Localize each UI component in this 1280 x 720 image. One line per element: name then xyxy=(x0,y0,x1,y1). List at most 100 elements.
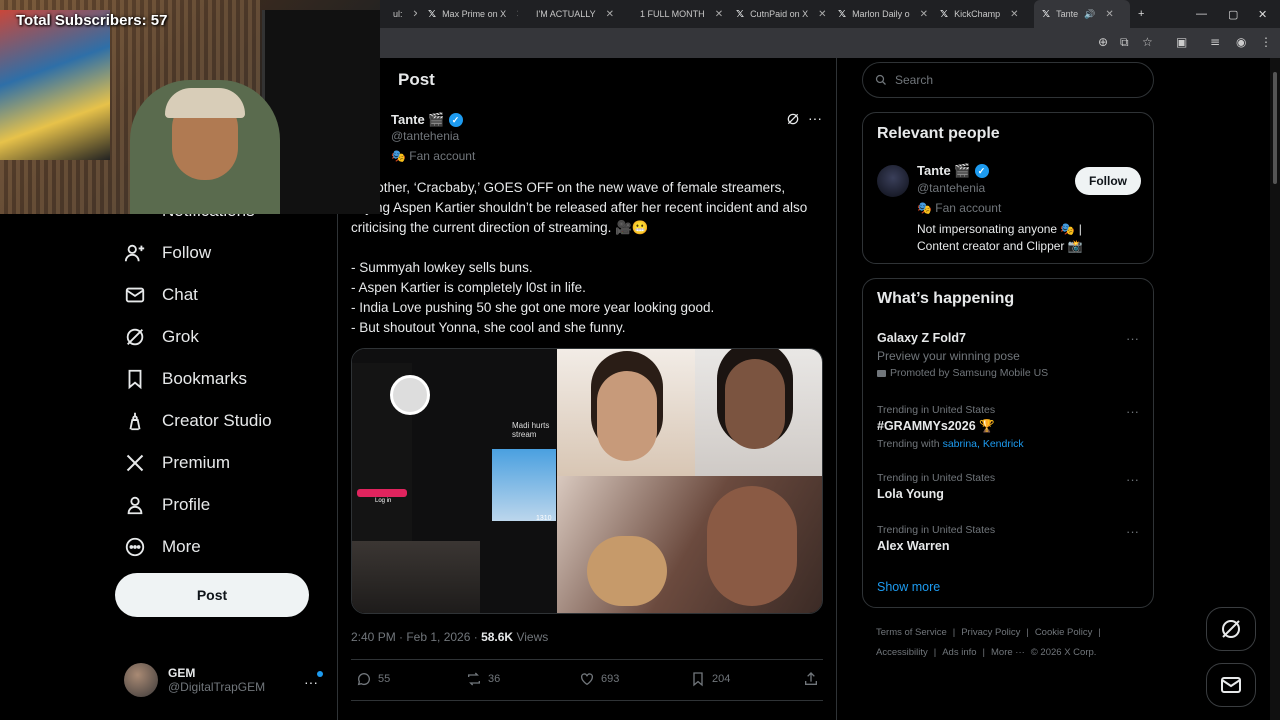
post-views-label: Views xyxy=(513,630,549,644)
footer-link[interactable]: Privacy Policy xyxy=(961,627,1020,638)
media-caption: Madi hurts stream xyxy=(512,421,550,439)
author-name[interactable]: Tante 🎬 ✓ xyxy=(391,112,463,128)
nav-item-chat[interactable]: Chat xyxy=(124,284,198,306)
bookmark-button[interactable]: 204 xyxy=(690,671,730,687)
compose-post-button[interactable]: Post xyxy=(115,573,309,617)
minimize-icon[interactable]: — xyxy=(1196,0,1207,28)
post-line: - India Love pushing 50 she got one more… xyxy=(351,300,715,315)
browser-tab[interactable]: 1 FULL MONTH ✕ xyxy=(626,0,726,28)
person-name[interactable]: Tante 🎬 ✓ xyxy=(917,163,989,179)
share-button[interactable] xyxy=(803,671,819,687)
follow-button[interactable]: Follow xyxy=(1075,167,1141,195)
new-tab-button[interactable]: + xyxy=(1138,0,1144,28)
grok-floating-button[interactable] xyxy=(1206,607,1256,651)
browser-tab[interactable]: 𝕏 KickChamp ✕ xyxy=(932,0,1032,28)
reply-count: 55 xyxy=(378,673,391,685)
post-media[interactable]: Log in Madi hurts stream 1310 xyxy=(351,348,823,614)
footer-link[interactable]: Cookie Policy xyxy=(1035,627,1093,638)
x-logo-icon: 𝕏 xyxy=(940,8,949,20)
post-views-count: 58.6K xyxy=(481,630,514,644)
account-icon[interactable]: ◉ xyxy=(1236,35,1246,49)
browser-tab[interactable]: 𝕏 Max Prime on X ✕ xyxy=(420,0,518,28)
browser-tab[interactable]: 𝕏 CutnPaid on X ✕ xyxy=(728,0,828,28)
footer-link[interactable]: Accessibility xyxy=(876,647,928,658)
trend-more-icon[interactable]: ··· xyxy=(1126,524,1139,539)
tab-close-icon[interactable]: ✕ xyxy=(1010,9,1018,20)
trend-more-icon[interactable]: ··· xyxy=(1126,331,1139,346)
trend-with-links[interactable]: sabrina, Kendrick xyxy=(943,438,1024,450)
nav-item-follow[interactable]: Follow xyxy=(124,242,211,264)
browser-tab[interactable]: 𝕏 Marlon Daily o ✕ xyxy=(830,0,930,28)
search-icon xyxy=(875,74,886,85)
nav-label: Follow xyxy=(162,243,212,262)
account-switcher[interactable]: GEM @DigitalTrapGEM xyxy=(124,663,265,697)
media-photo[interactable] xyxy=(695,349,822,476)
sidepanel-icon[interactable]: ▣ xyxy=(1176,35,1187,49)
messages-floating-button[interactable] xyxy=(1206,663,1256,707)
reply-button[interactable]: 55 xyxy=(356,671,390,687)
avatar[interactable] xyxy=(877,165,909,197)
window-close-icon[interactable]: ✕ xyxy=(1258,0,1267,28)
post-timestamp: 2:40 PM · Feb 1, 2026 · 58.6K Views xyxy=(351,630,548,644)
like-count: 693 xyxy=(601,673,620,685)
post-more-icon[interactable]: ··· xyxy=(808,110,822,126)
media-photo[interactable] xyxy=(557,349,695,476)
media-photo[interactable] xyxy=(557,476,822,613)
audio-icon[interactable]: 🔊 xyxy=(1084,9,1095,20)
nav-item-bookmarks[interactable]: Bookmarks xyxy=(124,368,247,390)
search-input[interactable]: Search xyxy=(862,62,1154,98)
like-button[interactable]: 693 xyxy=(579,671,619,687)
trend-context: Trending in United States xyxy=(877,404,996,416)
promo-title: Galaxy Z Fold7 xyxy=(877,331,966,345)
footer-more-link[interactable]: More ··· xyxy=(991,647,1025,658)
x-logo-icon: 𝕏 xyxy=(838,8,847,20)
trend-more-icon[interactable]: ··· xyxy=(1126,404,1139,419)
trend-context: Trending in United States xyxy=(877,472,996,484)
nav-item-more[interactable]: More xyxy=(124,536,201,558)
nav-item-grok[interactable]: Grok xyxy=(124,326,199,348)
scrollbar[interactable] xyxy=(1270,58,1280,720)
trend-item[interactable]: Trending in United States Alex Warren ··… xyxy=(877,524,1141,553)
browser-tab-active[interactable]: 𝕏 Tante 🔊 ✕ xyxy=(1034,0,1130,28)
tab-close-icon[interactable]: ✕ xyxy=(818,9,826,20)
footer-link[interactable]: Ads info xyxy=(942,647,976,658)
reading-list-icon[interactable]: ≡ xyxy=(1210,35,1220,49)
creator-studio-icon xyxy=(124,410,146,432)
browser-tab[interactable]: ul: ✕ xyxy=(385,0,417,28)
repost-button[interactable]: 36 xyxy=(466,671,500,687)
media-webcam xyxy=(352,541,480,613)
tab-close-icon[interactable]: ✕ xyxy=(1105,9,1113,20)
maximize-icon[interactable]: ▢ xyxy=(1228,0,1238,28)
scrollbar-thumb[interactable] xyxy=(1273,72,1277,184)
zoom-icon[interactable]: ⊕ xyxy=(1098,35,1108,49)
media-video-thumb xyxy=(492,449,556,521)
nav-item-creator-studio[interactable]: Creator Studio xyxy=(124,410,272,432)
show-more-link[interactable]: Show more xyxy=(877,580,940,594)
promoted-trend[interactable]: Galaxy Z Fold7 Preview your winning pose… xyxy=(877,331,1141,379)
browser-tab[interactable]: I'M ACTUALLY ✕ xyxy=(522,0,622,28)
browser-menu-icon[interactable]: ⋮ xyxy=(1260,35,1272,49)
trend-more-icon[interactable]: ··· xyxy=(1126,472,1139,487)
bookmark-star-icon[interactable]: ☆ xyxy=(1142,35,1153,49)
trend-item[interactable]: Trending in United States #GRAMMYs2026 🏆… xyxy=(877,404,1141,450)
author-handle[interactable]: @tantehenia xyxy=(391,129,459,143)
tab-close-icon[interactable]: ✕ xyxy=(606,9,614,20)
trend-item[interactable]: Trending in United States Lola Young ··· xyxy=(877,472,1141,501)
tab-close-icon[interactable]: ✕ xyxy=(715,9,723,20)
tab-close-icon[interactable]: ✕ xyxy=(920,9,928,20)
tab-close-icon[interactable]: ✕ xyxy=(413,9,417,20)
account-menu-icon[interactable]: ··· xyxy=(304,674,318,690)
account-name: GEM xyxy=(168,666,196,680)
repost-icon xyxy=(468,672,480,686)
nav-item-premium[interactable]: Premium xyxy=(124,452,230,474)
nav-item-profile[interactable]: Profile xyxy=(124,494,210,516)
grok-explain-icon[interactable] xyxy=(786,112,800,131)
install-app-icon[interactable]: ⧉ xyxy=(1120,35,1129,50)
footer-link[interactable]: Terms of Service xyxy=(876,627,947,638)
share-icon xyxy=(805,672,817,685)
trend-name: Lola Young xyxy=(877,487,944,501)
tab-close-icon[interactable]: ✕ xyxy=(516,9,518,20)
mail-icon xyxy=(1221,677,1241,693)
author-name-text: Tante 🎬 xyxy=(391,112,445,127)
media-screenshot[interactable]: Log in Madi hurts stream 1310 xyxy=(352,349,557,613)
